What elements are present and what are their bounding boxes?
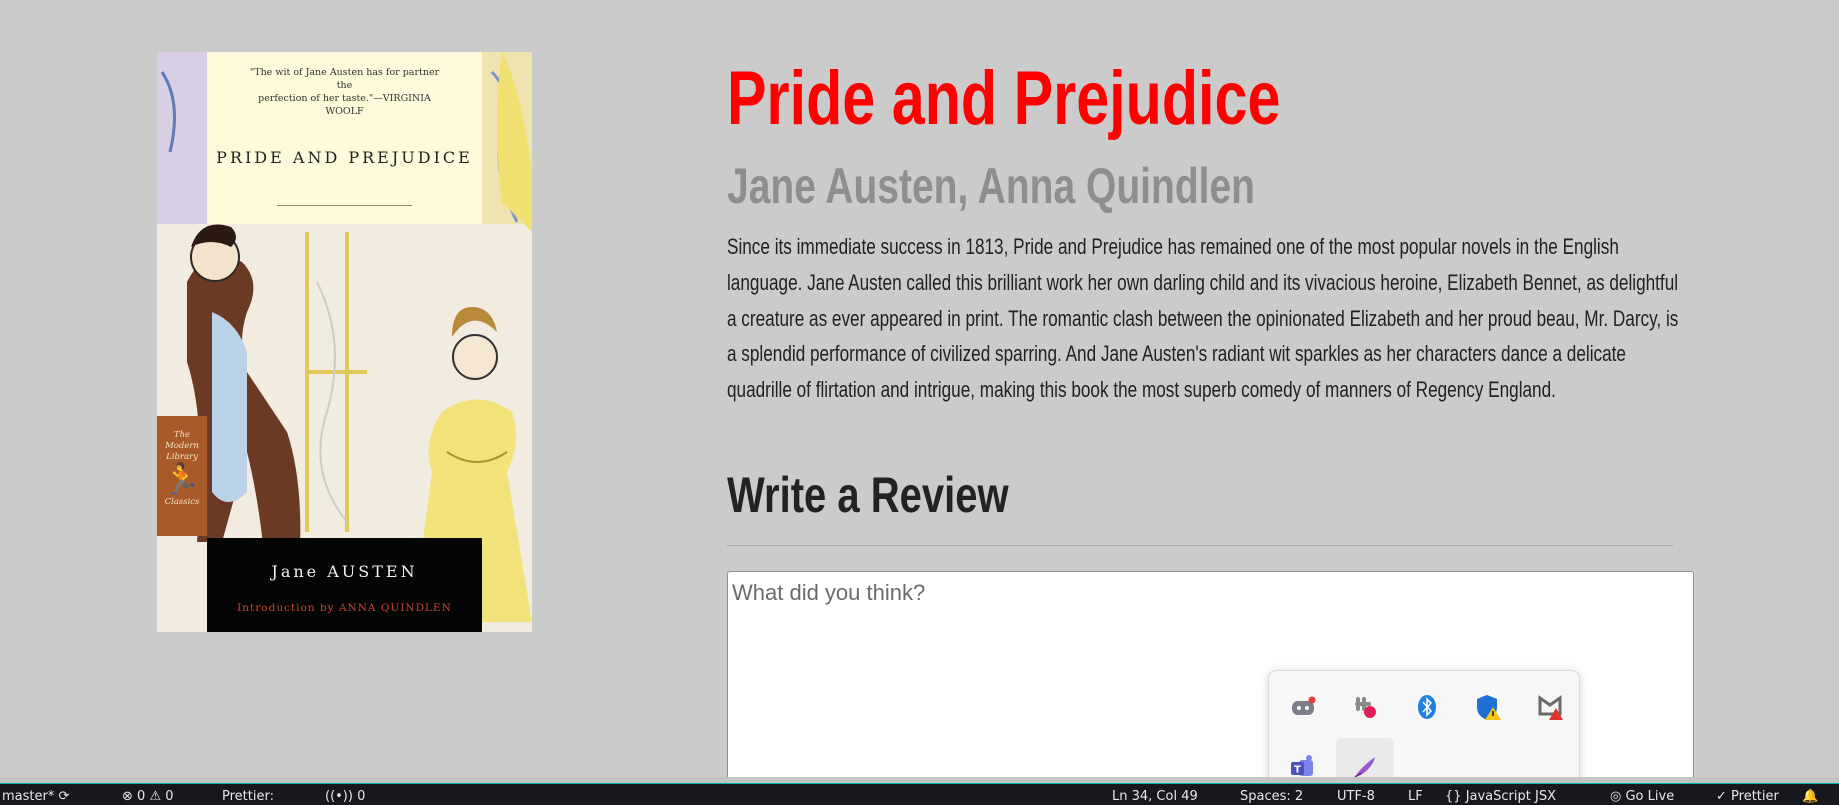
review-heading: Write a Review bbox=[727, 467, 1009, 523]
sync-icon: ⟳ bbox=[58, 789, 70, 804]
book-cover-image: "The wit of Jane Austen has for partner … bbox=[157, 52, 532, 632]
cover-title: PRIDE AND PREJUDICE bbox=[216, 148, 473, 167]
discord-icon[interactable] bbox=[1274, 678, 1332, 736]
divider bbox=[727, 545, 1673, 546]
language-mode[interactable]: {} JavaScript JSX bbox=[1445, 789, 1556, 805]
prettier-label: Prettier bbox=[1731, 789, 1779, 804]
cover-quote-line: perfection of her taste."—VIRGINIA WOOLF bbox=[258, 93, 431, 117]
badge-text: Modern bbox=[165, 441, 199, 451]
status-bar: master* ⟳ ⊗ 0 ⚠ 0 Prettier: ((•)) 0 Ln 3… bbox=[0, 783, 1839, 805]
branch-indicator[interactable]: master* ⟳ bbox=[2, 789, 69, 805]
windows-security-icon[interactable] bbox=[1460, 678, 1518, 736]
go-live-button[interactable]: ◎ Go Live bbox=[1610, 789, 1674, 805]
book-authors: Jane Austen, Anna Quindlen bbox=[727, 158, 1256, 214]
branch-name: master* bbox=[2, 789, 55, 804]
language-label: JavaScript JSX bbox=[1465, 789, 1556, 804]
torchbearer-icon: 🏃 bbox=[163, 462, 201, 497]
badge-text: Classics bbox=[164, 497, 200, 507]
end-of-line[interactable]: LF bbox=[1408, 789, 1423, 805]
cover-quote-line: "The wit of Jane Austen has for partner … bbox=[249, 67, 440, 91]
go-live-label: Go Live bbox=[1625, 789, 1675, 804]
cover-quote: "The wit of Jane Austen has for partner … bbox=[207, 66, 482, 118]
cover-author-panel: Jane AUSTEN Introduction by ANNA QUINDLE… bbox=[207, 538, 482, 632]
svg-text:T: T bbox=[1294, 765, 1301, 776]
notifications-bell-icon[interactable]: 🔔 bbox=[1802, 789, 1818, 805]
error-count: 0 bbox=[137, 789, 146, 804]
slack-icon[interactable] bbox=[1336, 678, 1394, 736]
prettier-status-left[interactable]: Prettier: bbox=[222, 789, 274, 805]
cover-title-panel: "The wit of Jane Austen has for partner … bbox=[207, 52, 482, 224]
prettier-status-right[interactable]: ✓ Prettier bbox=[1716, 789, 1779, 805]
go-live-icon: ◎ bbox=[1610, 789, 1622, 804]
cover-divider bbox=[277, 205, 412, 206]
ports-count: 0 bbox=[357, 789, 366, 804]
encoding[interactable]: UTF-8 bbox=[1337, 789, 1375, 805]
cursor-position[interactable]: Ln 34, Col 49 bbox=[1112, 789, 1198, 805]
problems-indicator[interactable]: ⊗ 0 ⚠ 0 bbox=[122, 789, 174, 805]
warning-count: 0 bbox=[165, 789, 174, 804]
warning-icon: ⚠ bbox=[149, 789, 162, 804]
check-icon: ✓ bbox=[1716, 789, 1727, 804]
mcafee-icon[interactable] bbox=[1522, 678, 1580, 736]
cover-intro: Introduction by ANNA QUINDLEN bbox=[237, 602, 452, 614]
error-icon: ⊗ bbox=[122, 789, 133, 804]
book-title: Pride and Prejudice bbox=[727, 56, 1281, 141]
ports-indicator[interactable]: ((•)) 0 bbox=[325, 789, 365, 805]
indentation[interactable]: Spaces: 2 bbox=[1240, 789, 1303, 805]
book-description: Since its immediate success in 1813, Pri… bbox=[727, 234, 1679, 403]
bluetooth-icon[interactable] bbox=[1398, 678, 1456, 736]
braces-icon: {} bbox=[1445, 789, 1462, 804]
badge-text: The bbox=[173, 430, 191, 440]
cover-author: Jane AUSTEN bbox=[271, 562, 418, 581]
broadcast-icon: ((•)) bbox=[325, 789, 353, 804]
modern-library-badge: The Modern Library 🏃 Classics bbox=[157, 416, 207, 536]
